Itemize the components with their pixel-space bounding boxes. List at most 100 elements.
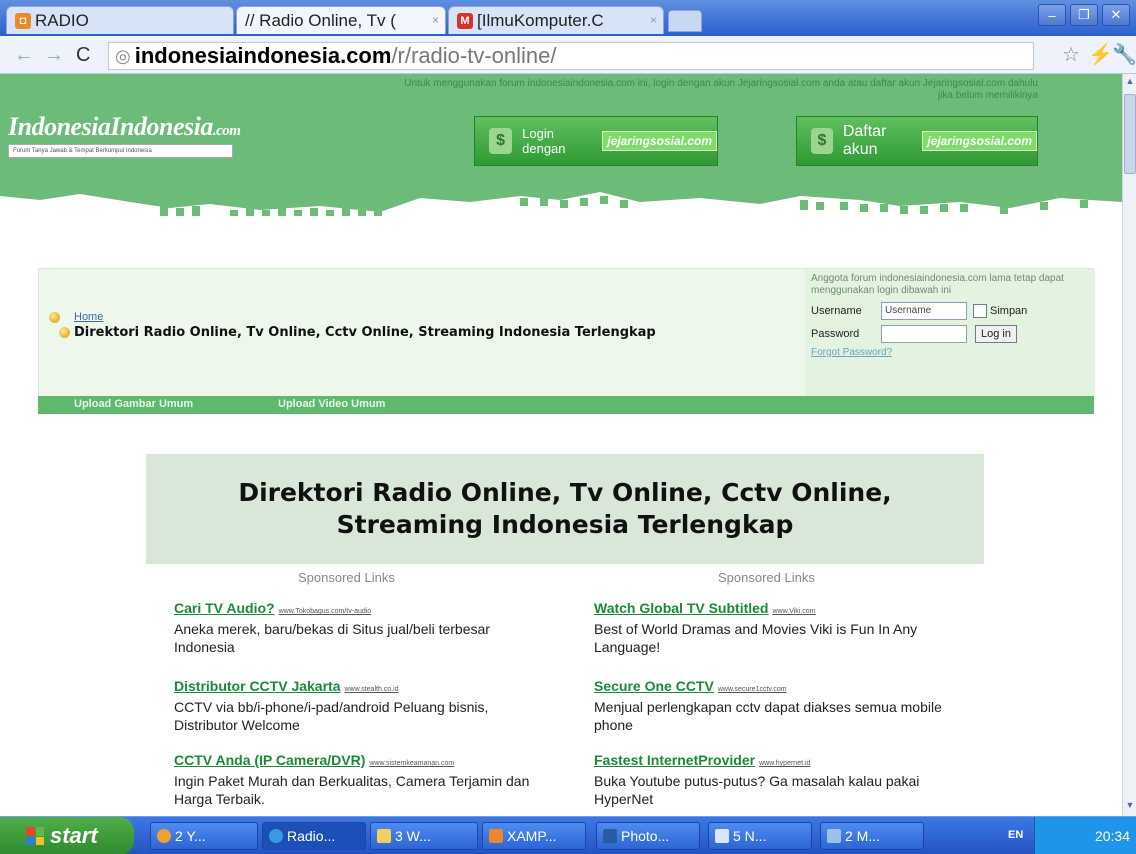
star-icon[interactable]: ☆ <box>1062 42 1080 67</box>
start-label: start <box>50 823 98 848</box>
close-window-button[interactable]: ✕ <box>1102 4 1130 26</box>
forum-header: Home Direktori Radio Online, Tv Online, … <box>38 268 1095 398</box>
scroll-down-icon[interactable]: ▼ <box>1124 800 1136 814</box>
username-label: Username <box>811 305 862 317</box>
directory-title: Direktori Radio Online, Tv Online, Cctv … <box>146 454 984 564</box>
taskbar-label: 5 N... <box>733 828 767 844</box>
close-icon[interactable]: × <box>650 13 657 27</box>
password-input[interactable] <box>881 325 967 343</box>
ad-title[interactable]: Fastest InternetProvider <box>594 752 755 768</box>
sponsored-label: Sponsored Links <box>718 570 815 585</box>
register-jejaring-button[interactable]: $ Daftar akun jejaringsosial.com <box>796 116 1038 166</box>
extension-icon[interactable]: ⚡ <box>1088 42 1113 67</box>
username-input[interactable]: Username <box>881 302 967 320</box>
taskbar-label: 2 Y... <box>175 828 206 844</box>
web-page: Untuk menggunakan forum indonesiaindones… <box>0 74 1122 816</box>
ad-description: Menjual perlengkapan cctv dapat diakses … <box>594 699 942 733</box>
skyline-decoration <box>0 186 1122 234</box>
maximize-button[interactable]: ❐ <box>1070 4 1098 26</box>
ad-item[interactable]: Watch Global TV Subtitled www.Viki.com Be… <box>594 600 974 656</box>
minimize-button[interactable]: – <box>1038 4 1066 26</box>
xampp-icon <box>489 829 503 843</box>
address-bar[interactable]: ◎ indonesiaindonesia.com /r/radio-tv-onl… <box>108 42 1034 70</box>
ad-item[interactable]: Secure One CCTV www.secure1cctv.com Menju… <box>594 678 974 734</box>
ad-description: Buka Youtube putus-putus? Ga masalah kal… <box>594 773 920 807</box>
taskbar-item[interactable]: XAMP... <box>482 822 586 850</box>
scroll-thumb[interactable] <box>1124 94 1136 174</box>
taskbar-item[interactable]: 3 W... <box>370 822 478 850</box>
login-button[interactable]: Log in <box>975 325 1017 343</box>
taskbar-item[interactable]: Photo... <box>596 822 700 850</box>
ad-title[interactable]: Watch Global TV Subtitled <box>594 600 768 616</box>
sponsored-label: Sponsored Links <box>298 570 395 585</box>
password-label: Password <box>811 328 860 340</box>
ad-url[interactable]: www.hypernet.id <box>759 760 810 767</box>
forgot-password-link[interactable]: Forgot Password? <box>811 347 1089 358</box>
ad-title[interactable]: Distributor CCTV Jakarta <box>174 678 340 694</box>
dollar-icon: $ <box>811 128 833 154</box>
taskbar-label: Photo... <box>621 828 670 844</box>
messenger-icon <box>157 829 171 843</box>
tab-label: RADIO <box>35 10 89 30</box>
url-path: /r/radio-tv-online/ <box>391 43 557 68</box>
browser-toolbar: ← → C ◎ indonesiaindonesia.com /r/radio-… <box>0 36 1136 74</box>
home-ball-icon <box>49 311 60 323</box>
ad-url[interactable]: www.Viki.com <box>772 608 815 615</box>
ad-url[interactable]: www.secure1cctv.com <box>718 686 787 693</box>
bullet-ball-icon <box>59 327 70 338</box>
reload-icon[interactable]: C <box>76 44 90 67</box>
clock[interactable]: 20:34 <box>1095 828 1130 844</box>
back-icon[interactable]: ← <box>14 44 34 67</box>
nav-upload-gambar[interactable]: Upload Gambar Umum <box>74 398 193 410</box>
scroll-up-icon[interactable]: ▲ <box>1124 76 1136 90</box>
nav-upload-video[interactable]: Upload Video Umum <box>278 398 385 410</box>
ad-url[interactable]: www.stealth.co.id <box>344 686 398 693</box>
breadcrumb: Home Direktori Radio Online, Tv Online, … <box>49 311 656 340</box>
ad-title[interactable]: CCTV Anda (IP Camera/DVR) <box>174 752 365 768</box>
ad-description: Aneka merek, baru/bekas di Situs jual/be… <box>174 621 490 655</box>
browser-titlebar: ◘ RADIO // Radio Online, Tv ( × M [IlmuK… <box>0 0 1136 36</box>
photoshop-icon <box>603 829 617 843</box>
close-icon[interactable]: × <box>432 13 439 27</box>
ad-url[interactable]: www.Tokobagus.com/tv-audio <box>279 608 372 615</box>
ad-description: Best of World Dramas and Movies Viki is … <box>594 621 918 655</box>
wrench-icon[interactable]: 🔧 <box>1112 42 1136 67</box>
taskbar-label: Radio... <box>287 828 336 844</box>
ad-item[interactable]: CCTV Anda (IP Camera/DVR) www.sistemkeama… <box>174 752 554 808</box>
ad-url[interactable]: www.sistemkeamanan.com <box>369 760 454 767</box>
taskbar-item[interactable]: Radio... <box>262 822 366 850</box>
breadcrumb-home-link[interactable]: Home <box>74 311 103 323</box>
chrome-icon <box>269 829 283 843</box>
folder-icon <box>377 829 391 843</box>
login-button-label: Login dengan <box>522 126 566 156</box>
ad-title[interactable]: Cari TV Audio? <box>174 600 275 616</box>
radio-favicon-icon: ◘ <box>15 12 31 29</box>
page-scrollbar[interactable]: ▲ ▼ <box>1122 74 1136 816</box>
remember-checkbox[interactable] <box>973 304 987 318</box>
logo-tagline: Forum Tanya Jawab & Tempat Berkumpul Ind… <box>8 144 233 158</box>
ad-title[interactable]: Secure One CCTV <box>594 678 714 694</box>
logo-text: IndonesiaIndonesia <box>8 112 213 141</box>
site-banner: Untuk menggunakan forum indonesiaindones… <box>0 74 1122 234</box>
tab-radio[interactable]: ◘ RADIO <box>6 6 234 34</box>
forward-icon[interactable]: → <box>44 44 64 67</box>
tab-label: [IlmuKomputer.C <box>477 10 604 30</box>
login-jejaring-button[interactable]: $ Login dengan jejaringsosial.com <box>474 116 718 166</box>
taskbar-item[interactable]: 2 Y... <box>150 822 258 850</box>
ad-item[interactable]: Distributor CCTV Jakarta www.stealth.co.i… <box>174 678 554 734</box>
register-button-label: Daftar akun <box>842 123 887 158</box>
site-logo[interactable]: IndonesiaIndonesia.com Forum Tanya Jawab… <box>8 112 280 166</box>
new-tab-button[interactable] <box>668 10 702 32</box>
tab-radio-online[interactable]: // Radio Online, Tv ( × <box>236 6 446 34</box>
language-indicator[interactable]: EN <box>1008 829 1023 841</box>
start-button[interactable]: start <box>0 817 134 854</box>
dollar-icon: $ <box>489 128 513 154</box>
tab-ilmukomputer[interactable]: M [IlmuKomputer.C × <box>448 6 664 34</box>
taskbar-item[interactable]: 2 M... <box>820 822 924 850</box>
taskbar-item[interactable]: 5 N... <box>708 822 812 850</box>
remember-label: Simpan <box>990 305 1028 317</box>
logo-suffix: .com <box>212 123 241 139</box>
page-title: Direktori Radio Online, Tv Online, Cctv … <box>74 325 656 340</box>
ad-item[interactable]: Fastest InternetProvider www.hypernet.id … <box>594 752 974 808</box>
ad-item[interactable]: Cari TV Audio? www.Tokobagus.com/tv-audio… <box>174 600 554 656</box>
